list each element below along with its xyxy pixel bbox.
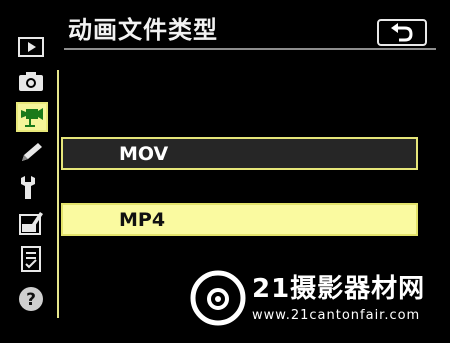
camera-logo-icon [190,270,246,326]
option-label: MP4 [119,208,166,231]
svg-text:?: ? [26,290,36,310]
option-mp4[interactable]: MP4 [61,203,418,236]
help-button[interactable]: ? [18,286,44,312]
movie-menu-tab[interactable] [16,102,48,132]
playback-menu-tab[interactable] [18,34,44,60]
watermark-url: www.21cantonfair.com [252,307,421,323]
camera-icon [19,72,43,91]
movie-camera-icon [21,108,43,127]
menu-selection-line [57,70,59,318]
watermark-title: 21摄影器材网 [252,273,426,304]
option-label: MOV [119,142,169,165]
back-button[interactable] [377,19,427,46]
setup-menu-tab[interactable] [18,174,44,200]
watermark: 21摄影器材网 www.21cantonfair.com [180,263,440,333]
page-title: 动画文件类型 [68,16,218,44]
shooting-menu-tab[interactable] [18,68,44,94]
custom-settings-tab[interactable] [18,140,44,166]
pencil-icon [22,143,42,161]
title-divider [64,48,436,50]
menu-sidebar: ? [12,30,52,320]
wrench-icon [21,176,35,199]
retouch-menu-tab[interactable] [18,210,44,236]
retouch-icon [19,212,43,235]
my-menu-tab[interactable] [18,246,44,272]
playback-icon [18,37,44,57]
help-icon: ? [19,287,43,311]
option-mov[interactable]: MOV [61,137,418,170]
my-menu-icon [21,246,41,272]
return-arrow-icon [391,22,413,41]
